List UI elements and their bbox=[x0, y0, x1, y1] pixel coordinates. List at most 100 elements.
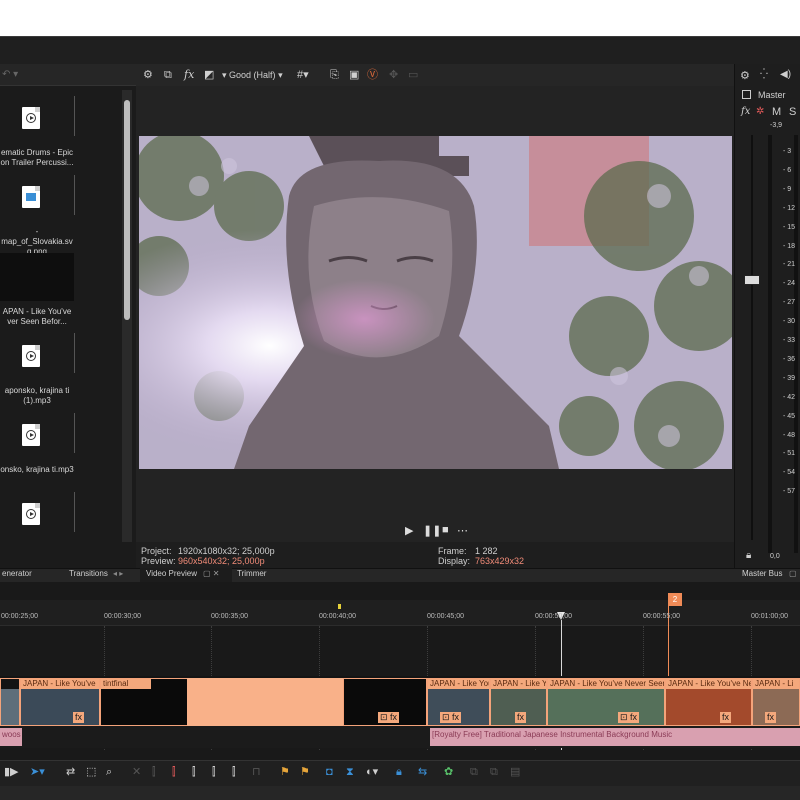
solo-button[interactable]: S bbox=[789, 106, 796, 118]
video-clip[interactable]: JAPAN - Like You've Ne fx bbox=[665, 678, 752, 726]
db-scale-mark: - 57 bbox=[783, 488, 796, 496]
auto-crossfade-icon[interactable]: ⧗ bbox=[346, 766, 354, 779]
fx-icon[interactable]: fx bbox=[184, 68, 194, 82]
stop-button[interactable]: ■ bbox=[442, 524, 449, 536]
fx-icon[interactable]: fx bbox=[741, 106, 750, 117]
lock-envelopes-icon[interactable]: 🔒︎ bbox=[396, 766, 402, 779]
color-icon[interactable]: ✿ bbox=[444, 766, 453, 779]
video-frame[interactable] bbox=[139, 136, 732, 469]
settings-red-icon[interactable]: ✲ bbox=[756, 106, 764, 117]
project-value: 1920x1080x32; 25,000p bbox=[178, 546, 275, 556]
play-region-icon[interactable]: ▮▶ bbox=[4, 766, 19, 779]
overlay-icon[interactable]: ▭ bbox=[408, 68, 418, 82]
gear-icon[interactable]: ⚙ bbox=[143, 68, 153, 82]
copy-snapshot-icon[interactable]: ⎘ bbox=[330, 68, 339, 82]
tab-trimmer[interactable]: Trimmer bbox=[237, 569, 266, 578]
delete-icon[interactable]: ✕ bbox=[132, 766, 141, 779]
fader-track[interactable] bbox=[751, 135, 753, 540]
fx-icon[interactable]: fx bbox=[73, 712, 85, 723]
ripple-edit-icon[interactable]: ◐▾ bbox=[366, 766, 378, 779]
fx-icon[interactable]: fx bbox=[765, 712, 777, 723]
video-clip[interactable]: JAPAN - Like You'fx bbox=[490, 678, 547, 726]
crop-fx-icons[interactable]: ⊡ fx bbox=[378, 712, 400, 723]
video-clip[interactable]: ⊡ fx bbox=[343, 678, 427, 726]
tab-video-preview[interactable]: Video Preview bbox=[146, 569, 197, 578]
more-options-icon[interactable]: ⋯ bbox=[457, 524, 468, 537]
tab-nav-arrows[interactable]: ◂ ▸ bbox=[113, 569, 123, 578]
region-icon[interactable]: ⚑ bbox=[300, 766, 310, 779]
transition-block[interactable] bbox=[187, 678, 343, 726]
video-thumbnail[interactable] bbox=[0, 253, 74, 301]
nest-icon[interactable]: ▤ bbox=[510, 766, 520, 779]
media-scrollbar-thumb[interactable] bbox=[124, 100, 130, 320]
lock-icon[interactable]: 🔒︎ bbox=[746, 550, 751, 561]
trim-start-icon[interactable]: ⫿ bbox=[192, 766, 196, 779]
db-scale-mark: - 54 bbox=[783, 469, 796, 477]
divider bbox=[74, 492, 75, 532]
db-scale-mark: - 18 bbox=[783, 242, 796, 250]
ripple-icon[interactable]: ⫿ bbox=[232, 766, 236, 779]
marker-icon[interactable]: ⚑ bbox=[280, 766, 290, 779]
video-clip[interactable]: JAPAN - Li fx bbox=[752, 678, 800, 726]
ignore-grouping-icon[interactable]: ⇆ bbox=[418, 766, 427, 779]
ungroup-icon[interactable]: ⧉ bbox=[490, 766, 498, 779]
tab-generators[interactable]: enerator bbox=[2, 569, 32, 578]
tab-window-icon[interactable]: ▢ bbox=[789, 569, 797, 578]
video-clip[interactable]: tintfinal bbox=[100, 678, 188, 726]
save-snapshot-icon[interactable]: ▣ bbox=[349, 68, 359, 82]
vr-icon[interactable]: Ⓥ bbox=[367, 68, 378, 82]
video-clip[interactable]: JAPAN - Like You've Never Seen ⊡ fx bbox=[547, 678, 665, 726]
media-item-label[interactable]: APAN - Like You've ver Seen Befor... bbox=[0, 307, 74, 327]
ruler-label: 00:00:50;00 bbox=[535, 613, 572, 620]
group-icon[interactable]: ⧉ bbox=[470, 766, 478, 779]
fx-icon[interactable]: fx bbox=[720, 712, 732, 723]
ruler-label: 00:00:45;00 bbox=[427, 613, 464, 620]
media-item-label[interactable]: aponsko, krajina ti (1).mp3 bbox=[0, 386, 74, 406]
crop-fx-icons[interactable]: ⊡ fx bbox=[618, 712, 640, 723]
tab-transitions[interactable]: Transitions bbox=[69, 569, 108, 578]
crop-fx-icons[interactable]: ⊡ fx bbox=[440, 712, 462, 723]
play-button[interactable]: ▶ bbox=[405, 524, 413, 537]
trim-end-icon[interactable]: ⫿ bbox=[212, 766, 216, 779]
video-clip[interactable]: JAPAN - Like You've fx bbox=[20, 678, 100, 726]
audio-file-icon[interactable] bbox=[22, 424, 40, 446]
audio-file-icon[interactable] bbox=[22, 107, 40, 129]
fx-icon[interactable]: fx bbox=[515, 712, 527, 723]
selection-tool-icon[interactable]: ⬚ bbox=[86, 766, 96, 779]
cursor-tool-icon[interactable]: ➤▾ bbox=[30, 766, 45, 779]
media-item-label[interactable]: ematic Drums - Epic on Trailer Percussi..… bbox=[0, 148, 74, 168]
envelope-tool-icon[interactable]: ⇄ bbox=[66, 766, 75, 779]
center-icon[interactable]: ✥ bbox=[389, 68, 398, 82]
checkbox-icon[interactable] bbox=[742, 90, 751, 99]
external-monitor-icon[interactable]: ⧉ bbox=[164, 68, 172, 82]
pause-button[interactable]: ❚❚ bbox=[423, 524, 441, 537]
mute-button[interactable]: M bbox=[772, 106, 781, 118]
video-clip[interactable] bbox=[0, 678, 20, 726]
tab-close-icons[interactable]: ▢ ✕ bbox=[203, 569, 219, 578]
channels-icon[interactable]: ⁛ bbox=[760, 69, 768, 80]
frame-label: Frame: bbox=[438, 546, 467, 556]
marker-flag[interactable]: 2 bbox=[668, 593, 682, 606]
loop-marker[interactable] bbox=[338, 604, 341, 609]
split-screen-icon[interactable]: ◩ bbox=[204, 68, 214, 82]
lock-icon[interactable]: ⊓ bbox=[252, 766, 261, 779]
audio-clip[interactable]: [Royalty Free] Traditional Japanese Inst… bbox=[430, 728, 800, 746]
image-file-icon[interactable] bbox=[22, 186, 40, 208]
undo-icon[interactable]: ↶ ▾ bbox=[2, 69, 18, 80]
snapping-icon[interactable]: ◘ bbox=[326, 766, 333, 779]
fader-handle[interactable] bbox=[744, 275, 760, 285]
split-icon[interactable]: ⫿ bbox=[172, 766, 176, 779]
quality-dropdown[interactable]: ▾ Good (Half) ▾ bbox=[222, 68, 283, 82]
meter-bottom-value: 0,0 bbox=[770, 553, 780, 560]
audio-file-icon[interactable] bbox=[22, 503, 40, 525]
video-clip[interactable]: JAPAN - Like You ⊡ fx bbox=[427, 678, 490, 726]
speaker-icon[interactable]: ◀) bbox=[780, 69, 791, 80]
zoom-tool-icon[interactable]: ⌕ bbox=[106, 766, 112, 779]
gear-icon[interactable]: ⚙ bbox=[740, 69, 750, 82]
audio-file-icon[interactable] bbox=[22, 345, 40, 367]
media-item-label[interactable]: onsko, krajina ti.mp3 bbox=[0, 465, 74, 475]
trim-icon[interactable]: ⫿ bbox=[152, 766, 156, 779]
grid-icon[interactable]: #▾ bbox=[297, 68, 309, 82]
audio-clip[interactable]: woos bbox=[0, 728, 22, 746]
tab-master-bus[interactable]: Master Bus bbox=[742, 569, 782, 578]
